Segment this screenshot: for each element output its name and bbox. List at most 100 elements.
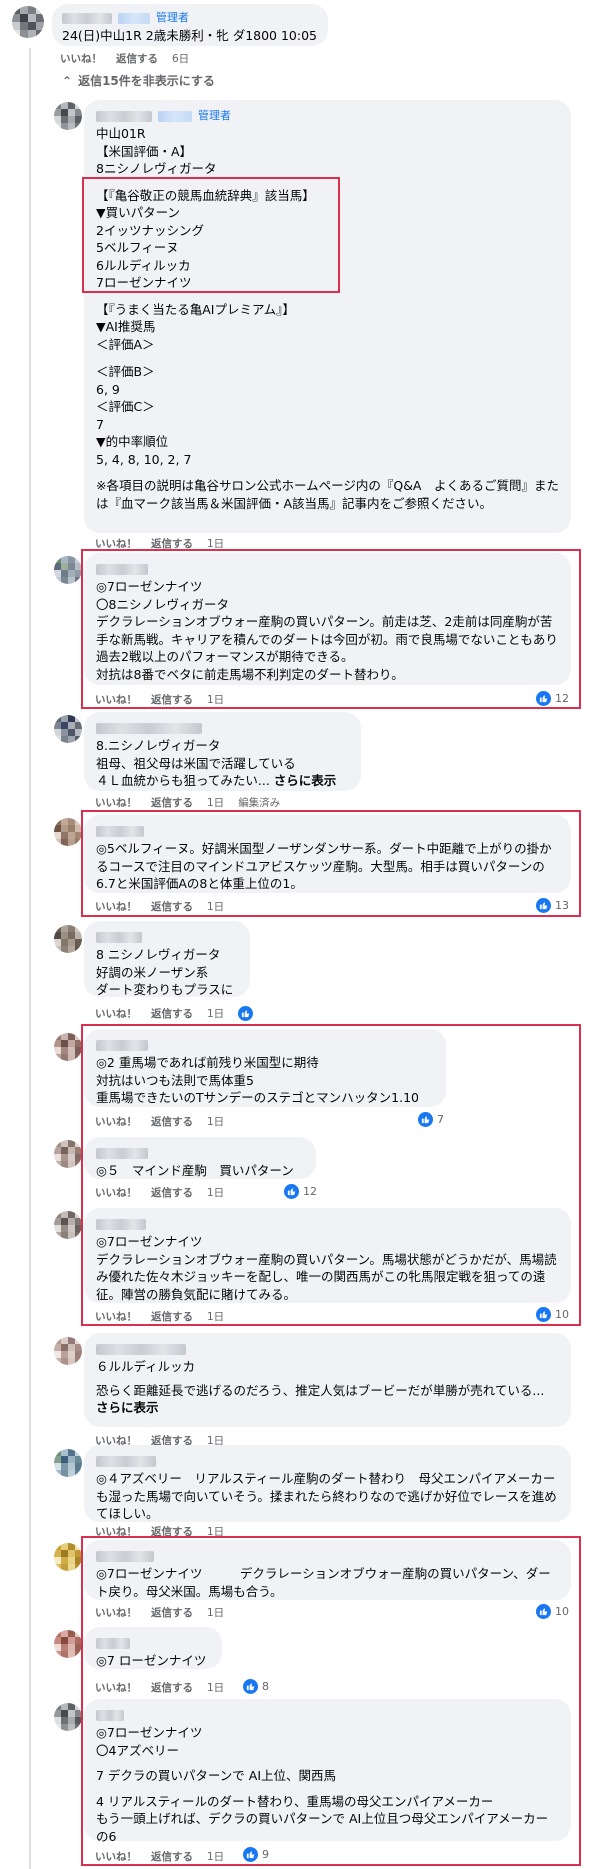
author-name[interactable] [96,722,202,734]
reply-button[interactable]: 返信する [151,692,193,707]
reaction-count[interactable]: 9 [243,1847,269,1862]
author-name[interactable] [96,1550,154,1562]
author-name[interactable] [96,110,152,122]
reaction-count[interactable]: 10 [536,1307,569,1322]
reply-button[interactable]: 返信する [151,1309,193,1324]
thumbs-up-icon [284,1184,299,1199]
avatar[interactable] [54,1630,82,1658]
like-button[interactable]: いいね！ [95,1309,137,1324]
like-button[interactable]: いいね！ [95,1524,137,1539]
reply-button[interactable]: 返信する [151,1185,193,1200]
reply-button[interactable]: 返信する [116,51,158,66]
author-name[interactable] [96,1637,130,1649]
reply-actions: いいね！ 返信する 1日 [95,535,224,551]
avatar[interactable] [12,6,44,38]
avatar[interactable] [54,818,82,846]
comment-bubble: ◎7ローゼンナイツ 〇8ニシノレヴィガータ デクラレーションオブウォー産駒の買い… [84,553,571,685]
timestamp[interactable]: 1日 [207,1605,224,1620]
thumbs-up-icon [536,1604,551,1619]
like-button[interactable]: いいね！ [95,899,137,914]
reply-button[interactable]: 返信する [151,1114,193,1129]
timestamp[interactable]: 1日 [207,1849,224,1864]
timestamp[interactable]: 6日 [172,51,189,66]
avatar[interactable] [54,1140,82,1168]
like-button[interactable]: いいね！ [95,795,137,810]
text-line: 【『亀谷敬正の競馬血統辞典』該当馬】 [96,187,315,203]
reply-button[interactable]: 返信する [151,1680,193,1695]
author-name[interactable] [96,931,142,943]
text-line: 6ルルディルッカ [96,257,191,273]
author-name[interactable] [96,1147,148,1159]
reply-button[interactable]: 返信する [151,1006,193,1021]
reply-button[interactable]: 返信する [151,536,193,551]
text-line [96,1759,559,1767]
timestamp[interactable]: 1日 [207,536,224,551]
comment-actions: いいね！ 返信する 1日 [95,1184,224,1200]
avatar[interactable] [54,1543,82,1571]
thumbs-up-icon[interactable] [238,1005,254,1021]
like-button[interactable]: いいね！ [95,692,137,707]
see-more-link[interactable]: さらに表示 [96,1400,159,1415]
like-button[interactable]: いいね！ [95,536,137,551]
timestamp[interactable]: 1日 [207,692,224,707]
avatar[interactable] [54,1337,82,1365]
avatar[interactable] [54,925,82,953]
timestamp[interactable]: 1日 [207,1309,224,1324]
author-name[interactable] [96,1455,156,1467]
reply-button[interactable]: 返信する [151,1605,193,1620]
author-name[interactable] [96,825,144,837]
reply-button[interactable]: 返信する [151,795,193,810]
timestamp[interactable]: 1日 [207,1006,224,1021]
text-line: 〇4アズベリー [96,1742,179,1758]
like-button[interactable]: いいね！ [95,1849,137,1864]
timestamp[interactable]: 1日 [207,1524,224,1539]
comment-bubble: ◎7ローゼンナイツ デクラレーションオブウォー産駒の買いパターン、ダート戻り。母… [84,1540,571,1600]
reaction-count[interactable]: 12 [536,691,569,706]
avatar[interactable] [54,102,82,130]
text-line: 〇8ニシノレヴィガータ [96,596,229,612]
text-line: 恐らく距離延長で逃げるのだろう、推定人気はブービーだが単勝が売れている... さ… [96,1382,559,1417]
avatar[interactable] [54,1211,82,1239]
text-line: ▼的中率順位 [96,434,169,449]
author-name[interactable] [62,12,112,24]
reaction-count[interactable]: 12 [284,1184,317,1199]
avatar[interactable] [54,1449,82,1477]
like-button[interactable]: いいね！ [95,1605,137,1620]
see-more-link[interactable]: さらに表示 [274,773,337,788]
timestamp[interactable]: 1日 [207,1680,224,1695]
reply-button[interactable]: 返信する [151,1524,193,1539]
timestamp[interactable]: 1日 [207,1185,224,1200]
like-button[interactable]: いいね！ [95,1114,137,1129]
author-name[interactable] [96,1343,186,1355]
avatar[interactable] [54,715,82,743]
avatar[interactable] [54,556,82,584]
reaction-count[interactable]: 13 [536,898,569,913]
avatar[interactable] [54,1703,82,1731]
like-button[interactable]: いいね！ [95,1185,137,1200]
like-button[interactable]: いいね！ [60,51,102,66]
reaction-count[interactable]: 10 [536,1604,569,1619]
hide-replies-toggle[interactable]: ⌃ 返信15件を非表示にする [62,72,215,89]
timestamp[interactable]: 1日 [207,1114,224,1129]
timestamp[interactable]: 1日 [207,795,224,810]
comment-actions: いいね！ 返信する 1日 [95,1848,224,1864]
author-name[interactable] [96,1039,148,1051]
author-name[interactable] [96,1218,146,1230]
author-name[interactable] [96,1709,124,1721]
text-line: 対抗は8番でベタに前走馬場不利判定のダート替わり。 [96,666,404,682]
author-name[interactable] [96,563,148,575]
like-button[interactable]: いいね！ [95,1680,137,1695]
reaction-count[interactable]: 7 [418,1112,444,1127]
text-line: 【米国評価・A】 [96,143,193,159]
reply-button[interactable]: 返信する [151,899,193,914]
comment-bubble: ◎7ローゼンナイツ 〇4アズベリー 7 デクラの買いパターンで AI上位、関西馬… [84,1699,571,1844]
comment-bubble: ◎7ローゼンナイツ デクラレーションオブウォー産駒の買いパターン。馬場状態がどう… [84,1208,571,1303]
reaction-count[interactable]: 8 [243,1679,269,1694]
reply-button[interactable]: 返信する [151,1849,193,1864]
text-line: ◎5ベルフィーヌ。好調米国型ノーザンダンサー系。ダート中距離で上がりの掛かるコー… [96,841,552,891]
text-line: 7 デクラの買いパターンで AI上位、関西馬 [96,1768,337,1783]
text-line [96,353,559,363]
avatar[interactable] [54,1033,82,1061]
like-button[interactable]: いいね！ [95,1006,137,1021]
timestamp[interactable]: 1日 [207,899,224,914]
